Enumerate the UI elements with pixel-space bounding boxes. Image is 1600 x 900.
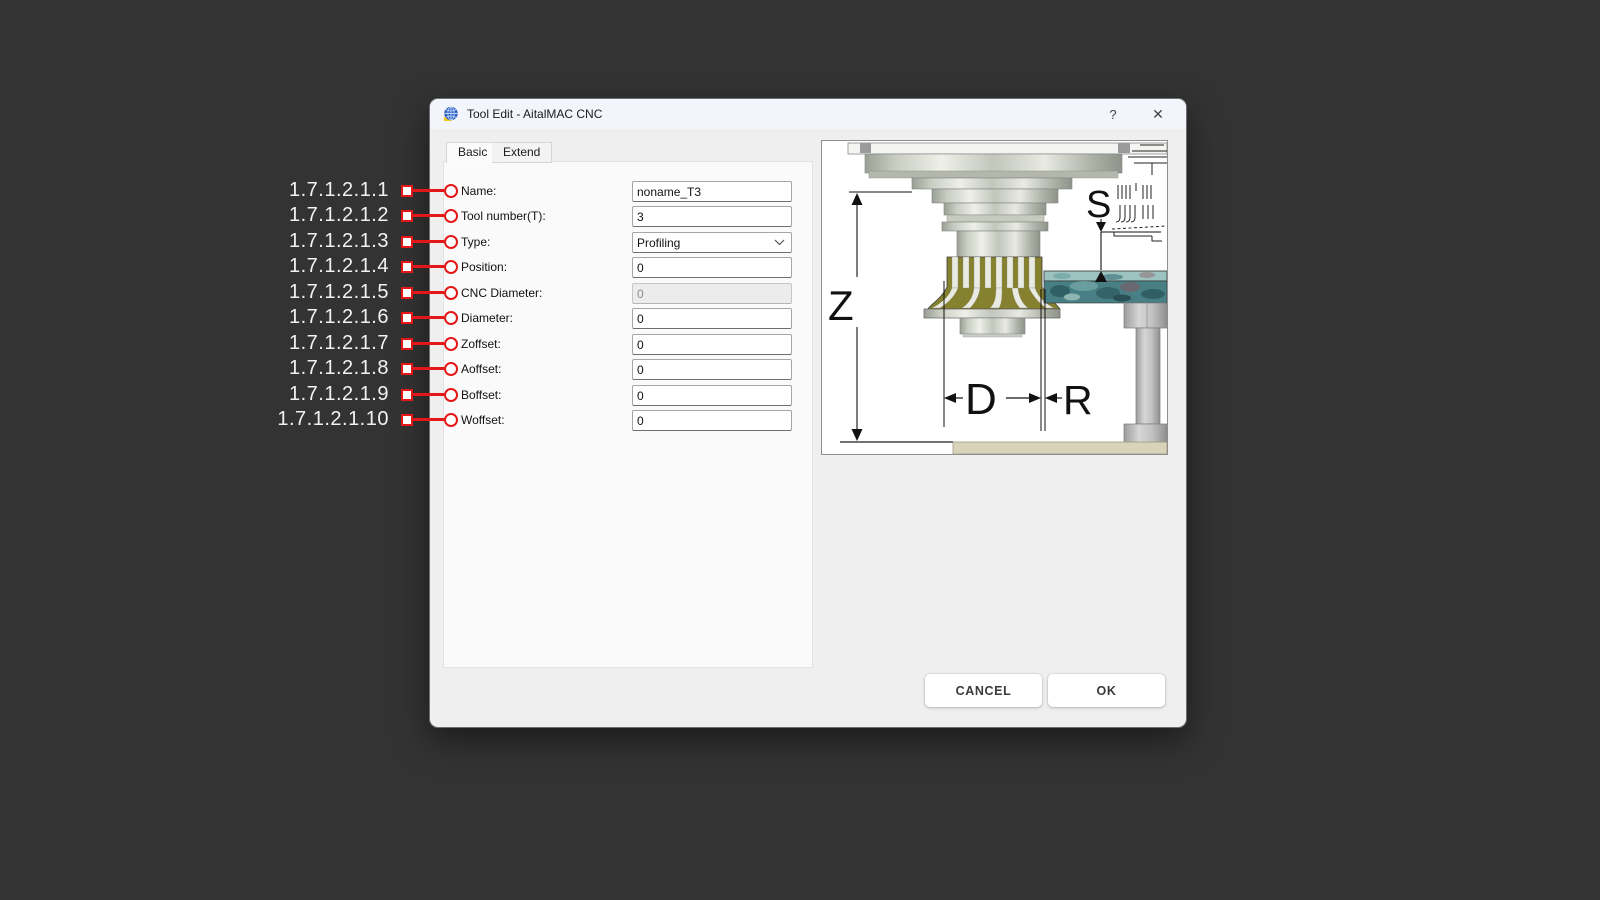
callout-circle-marker [444,184,458,198]
form-row: Position: [444,257,812,278]
field-label-aoffset: Aoffset: [461,359,501,380]
callout-row: 1.7.1.2.1.3 [272,231,458,252]
callout-label: 1.7.1.2.1.10 [277,408,389,431]
callout-square-marker [401,312,413,324]
name-input[interactable] [632,181,792,202]
field-label-boffset: Boffset: [461,385,501,406]
woffset-input[interactable] [632,410,792,431]
boffset-input[interactable] [632,385,792,406]
diameter-input[interactable] [632,308,792,329]
type-select[interactable]: Profiling [632,232,792,253]
dim-label-z: Z [828,282,854,329]
dialog-titlebar[interactable]: Tool Edit - AitalMAC CNC ? ✕ [430,99,1186,129]
callout-square-marker [401,389,413,401]
callout-connector-line [413,189,444,191]
tab-extend[interactable]: Extend [492,142,552,163]
callout-connector-line [413,214,444,216]
cancel-button[interactable]: CANCEL [925,674,1042,707]
type-select-value: Profiling [637,236,774,250]
dim-label-s: S [1086,184,1111,226]
callout-row: 1.7.1.2.1.9 [272,384,458,405]
callout-circle-marker [444,260,458,274]
callout-connector-line [413,316,444,318]
callout-label: 1.7.1.2.1.3 [289,230,389,253]
form-row: Woffset: [444,410,812,431]
form-row: Tool number(T): [444,206,812,227]
callout-label: 1.7.1.2.1.4 [289,255,389,278]
field-label-type: Type: [461,232,490,253]
dim-label-d: D [965,375,997,424]
callout-square-marker [401,414,413,426]
callout-row: 1.7.1.2.1.7 [272,333,458,354]
form-row: Name: [444,181,812,202]
callout-row: 1.7.1.2.1.4 [272,256,458,277]
callout-label: 1.7.1.2.1.9 [289,383,389,406]
callout-circle-marker [444,362,458,376]
callout-circle-marker [444,235,458,249]
callout-square-marker [401,185,413,197]
callout-connector-line [413,265,444,267]
field-label-cnc-diameter: CNC Diameter: [461,283,542,304]
aoffset-input[interactable] [632,359,792,380]
dialog-title: Tool Edit - AitalMAC CNC [467,107,1099,121]
callout-square-marker [401,261,413,273]
callout-connector-line [413,418,444,420]
callout-connector-line [413,240,444,242]
tool-diagram-illustration: Z S D R [822,141,1167,454]
tool-number-input[interactable] [632,206,792,227]
callout-label: 1.7.1.2.1.6 [289,306,389,329]
field-label-zoffset: Zoffset: [461,334,501,355]
callout-circle-marker [444,337,458,351]
callout-square-marker [401,287,413,299]
chevron-down-icon [774,239,785,246]
callout-connector-line [413,367,444,369]
cnc-diameter-input [632,283,792,304]
close-button[interactable]: ✕ [1143,106,1173,123]
callout-circle-marker [444,413,458,427]
globe-icon [443,106,459,122]
field-label-name: Name: [461,181,496,202]
ok-button[interactable]: OK [1048,674,1165,707]
field-label-woffset: Woffset: [461,410,505,431]
zoffset-input[interactable] [632,334,792,355]
callout-row: 1.7.1.2.1.10 [272,409,458,430]
tool-edit-dialog: Tool Edit - AitalMAC CNC ? ✕ Basic Exten… [430,99,1186,727]
callout-label: 1.7.1.2.1.8 [289,357,389,380]
callout-square-marker [401,236,413,248]
callout-circle-marker [444,286,458,300]
callout-circle-marker [444,388,458,402]
form-row: Diameter: [444,308,812,329]
form-row: Type: Profiling [444,232,812,253]
callout-row: 1.7.1.2.1.2 [272,205,458,226]
tool-diagram-panel: Z S D R [821,140,1168,455]
callout-square-marker [401,363,413,375]
callout-connector-line [413,342,444,344]
field-label-position: Position: [461,257,507,278]
callout-circle-marker [444,209,458,223]
field-label-tool-number: Tool number(T): [461,206,546,227]
form-row: Aoffset: [444,359,812,380]
dim-label-r: R [1063,377,1093,423]
callout-label: 1.7.1.2.1.5 [289,281,389,304]
form-row: Zoffset: [444,334,812,355]
callout-square-marker [401,338,413,350]
form-panel: Name: Tool number(T): Type: Profiling Po… [443,161,813,668]
callout-connector-line [413,393,444,395]
callout-label: 1.7.1.2.1.2 [289,204,389,227]
form-row: Boffset: [444,385,812,406]
callout-row: 1.7.1.2.1.6 [272,307,458,328]
help-button[interactable]: ? [1099,107,1127,122]
form-row: CNC Diameter: [444,283,812,304]
callout-row: 1.7.1.2.1.5 [272,282,458,303]
callout-connector-line [413,291,444,293]
callout-circle-marker [444,311,458,325]
callout-label: 1.7.1.2.1.1 [289,179,389,202]
callout-row: 1.7.1.2.1.1 [272,180,458,201]
callout-label: 1.7.1.2.1.7 [289,332,389,355]
position-input[interactable] [632,257,792,278]
field-label-diameter: Diameter: [461,308,513,329]
callout-square-marker [401,210,413,222]
callout-row: 1.7.1.2.1.8 [272,358,458,379]
